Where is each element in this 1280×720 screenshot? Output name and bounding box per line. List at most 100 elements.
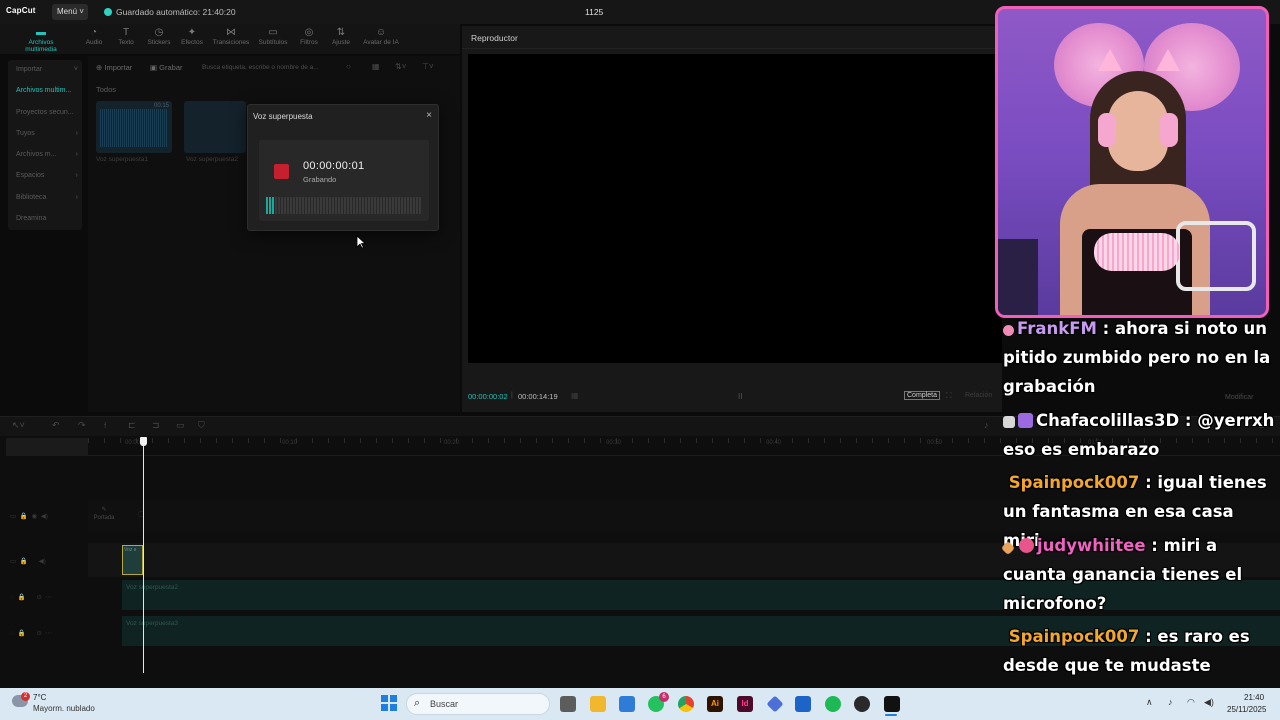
media-thumbnail[interactable]: 00:15 <box>96 101 172 153</box>
chat-badge <box>1003 325 1014 336</box>
chat-badge <box>1003 416 1015 428</box>
recording-clip[interactable]: Voz s <box>122 545 143 575</box>
volume-icon[interactable]: ◀) <box>1204 697 1214 708</box>
obs-icon[interactable] <box>854 696 870 712</box>
webcam-overlay <box>995 6 1269 318</box>
audio-clip-label: Voz superpuesta3 <box>126 620 179 627</box>
audio-clip-label: Voz superpuesta2 <box>126 584 179 591</box>
spotify-icon[interactable] <box>825 696 841 712</box>
chevron-down-icon: ˅ <box>73 66 78 73</box>
timeline-header <box>6 438 88 456</box>
shield-icon[interactable]: ⛉ <box>198 420 205 431</box>
time-separator: | <box>511 392 513 399</box>
sort-icon[interactable]: ⇅˅ <box>395 62 406 71</box>
menu-button[interactable]: Menú ˅ <box>52 4 88 20</box>
capcut-icon[interactable] <box>884 696 900 712</box>
voiceover-dialog: Voz superpuesta × 00:00:00:01 Grabando <box>247 104 439 231</box>
split-icon[interactable]: ⟊ <box>104 420 106 431</box>
sidebar-item-library[interactable]: Biblioteca › <box>16 194 78 201</box>
chevron-up-icon[interactable]: ∧ <box>1146 697 1153 708</box>
capcut-logo: CapCut <box>6 6 36 15</box>
pencil-icon: ✎ <box>101 507 107 513</box>
search-icon: ⌕ <box>414 697 421 709</box>
tab-transitions[interactable]: ⋈ Transiciones <box>208 27 254 46</box>
cat-ear <box>1098 49 1122 71</box>
illustrator-icon[interactable]: Ai <box>707 696 723 712</box>
sidebar-item-dreamina[interactable]: Dreamina <box>16 215 78 222</box>
sidebar-item-subprojects[interactable]: Proyectos secun... <box>16 109 78 116</box>
full-quality-button[interactable]: Completa <box>904 391 940 400</box>
grid-view-icon[interactable]: ▦ <box>372 62 380 71</box>
split-right-icon[interactable]: ⊐ <box>152 420 160 431</box>
chrome-icon[interactable] <box>678 696 694 712</box>
microphone-icon[interactable]: ♪ <box>1168 697 1173 707</box>
tab-ai-avatar[interactable]: ☺ Avatar de IA <box>358 27 404 46</box>
tool-tabs: ▬ Archivos multimedia ◔ Audio T Texto ◷ Stic… <box>0 24 460 54</box>
weather-description[interactable]: Mayorm. nublado <box>33 704 95 713</box>
redo-icon[interactable]: ↷ <box>78 420 86 431</box>
select-tool-icon[interactable]: ↖˅ <box>12 420 25 431</box>
chat-username: Spainpock007 <box>1008 473 1140 492</box>
media-search-input[interactable]: Busca etiqueta, escribe o nombre de a... <box>202 61 352 74</box>
player-preview[interactable] <box>468 54 1002 363</box>
folder-icon[interactable] <box>590 696 606 712</box>
sidebar-item-spaces[interactable]: Espacios › <box>16 172 78 179</box>
main-track-controls[interactable]: ▭ 🔒 ◀) <box>10 557 46 565</box>
player-title: Reproductor <box>471 33 518 43</box>
chat-username: judywhiitee <box>1037 536 1146 555</box>
avatar-icon: ☺ <box>375 27 387 38</box>
fullscreen-icon[interactable]: ⛶ <box>946 391 952 401</box>
sidebar-item-media-files[interactable]: Archivos multim... <box>16 87 78 94</box>
chevron-right-icon: › <box>75 194 78 201</box>
close-icon[interactable]: × <box>426 110 432 121</box>
media-thumbnail[interactable] <box>184 101 246 153</box>
video-track-controls[interactable]: ▭ 🔒 ◉ ◀) <box>10 512 48 520</box>
cover-button[interactable]: ✎ Portada <box>90 506 118 522</box>
transitions-icon: ⋈ <box>226 27 236 38</box>
clock-time[interactable]: 21:40 <box>1244 693 1264 702</box>
aspect-ratio-button[interactable]: Relación <box>965 392 992 399</box>
mic-arm <box>1176 221 1256 291</box>
clock-date[interactable]: 25/11/2025 <box>1227 705 1266 714</box>
stop-record-button[interactable] <box>274 164 289 179</box>
media-name: Voz superpuesta1 <box>96 156 149 163</box>
store-icon[interactable] <box>619 696 635 712</box>
filter-funnel-icon[interactable]: ⊤˅ <box>422 62 434 71</box>
import-button[interactable]: ⊕ Importar <box>96 63 132 72</box>
pause-icon[interactable]: II <box>738 392 742 401</box>
media-sidebar: Importar ˅ Archivos multim... Proyectos s… <box>8 60 82 230</box>
split-left-icon[interactable]: ⊏ <box>128 420 136 431</box>
windows-start-icon[interactable] <box>381 695 397 711</box>
delete-icon[interactable]: ▭ <box>176 420 185 431</box>
audio-track-controls[interactable]: ◌ 🔒 ⊙ ⋯ <box>10 629 52 637</box>
undo-icon[interactable]: ↶ <box>52 420 60 431</box>
media-duration: 00:15 <box>153 103 169 109</box>
recording-status: Grabando <box>303 175 337 184</box>
audio-track-controls[interactable]: ◌ 🔒 ⊙ ⋯ <box>10 593 52 601</box>
wifi-icon[interactable]: ◠ <box>1187 697 1195 708</box>
playhead[interactable] <box>143 441 144 673</box>
weather-temperature[interactable]: 7°C <box>33 693 46 702</box>
microphone <box>1094 233 1180 271</box>
windows-taskbar <box>0 688 1280 720</box>
ruler-label: 00:40 <box>766 440 782 446</box>
chat-badge <box>1000 540 1016 556</box>
indesign-icon[interactable]: Id <box>737 696 753 712</box>
file-explorer-icon[interactable] <box>560 696 576 712</box>
playhead-handle[interactable] <box>140 437 147 446</box>
record-button[interactable]: ▣ Grabar <box>150 63 183 72</box>
chat-message: FrankFM : ahora si noto un pitido zumbid… <box>1003 318 1275 401</box>
ruler-label: 00:20 <box>444 440 460 446</box>
ruler-label: 00:10 <box>282 440 298 446</box>
filter-icon[interactable]: ○ <box>346 62 351 71</box>
chat-message: Spainpock007 : es raro es desde que te m… <box>1003 622 1275 680</box>
timecode-grid-icon[interactable]: ▦ <box>571 391 579 400</box>
tab-media[interactable]: ▬ Archivos multimedia <box>18 27 64 53</box>
sidebar-item-import[interactable]: Importar ˅ <box>16 66 78 73</box>
sidebar-item-yours[interactable]: Tuyos › <box>16 130 78 137</box>
headphone <box>1098 113 1116 147</box>
sidebar-item-media-archive[interactable]: Archivos m... › <box>16 151 78 158</box>
microphone-icon[interactable]: ♪ <box>984 420 989 430</box>
taskbar-search-input[interactable] <box>406 693 550 715</box>
app-mod-icon[interactable] <box>795 696 811 712</box>
